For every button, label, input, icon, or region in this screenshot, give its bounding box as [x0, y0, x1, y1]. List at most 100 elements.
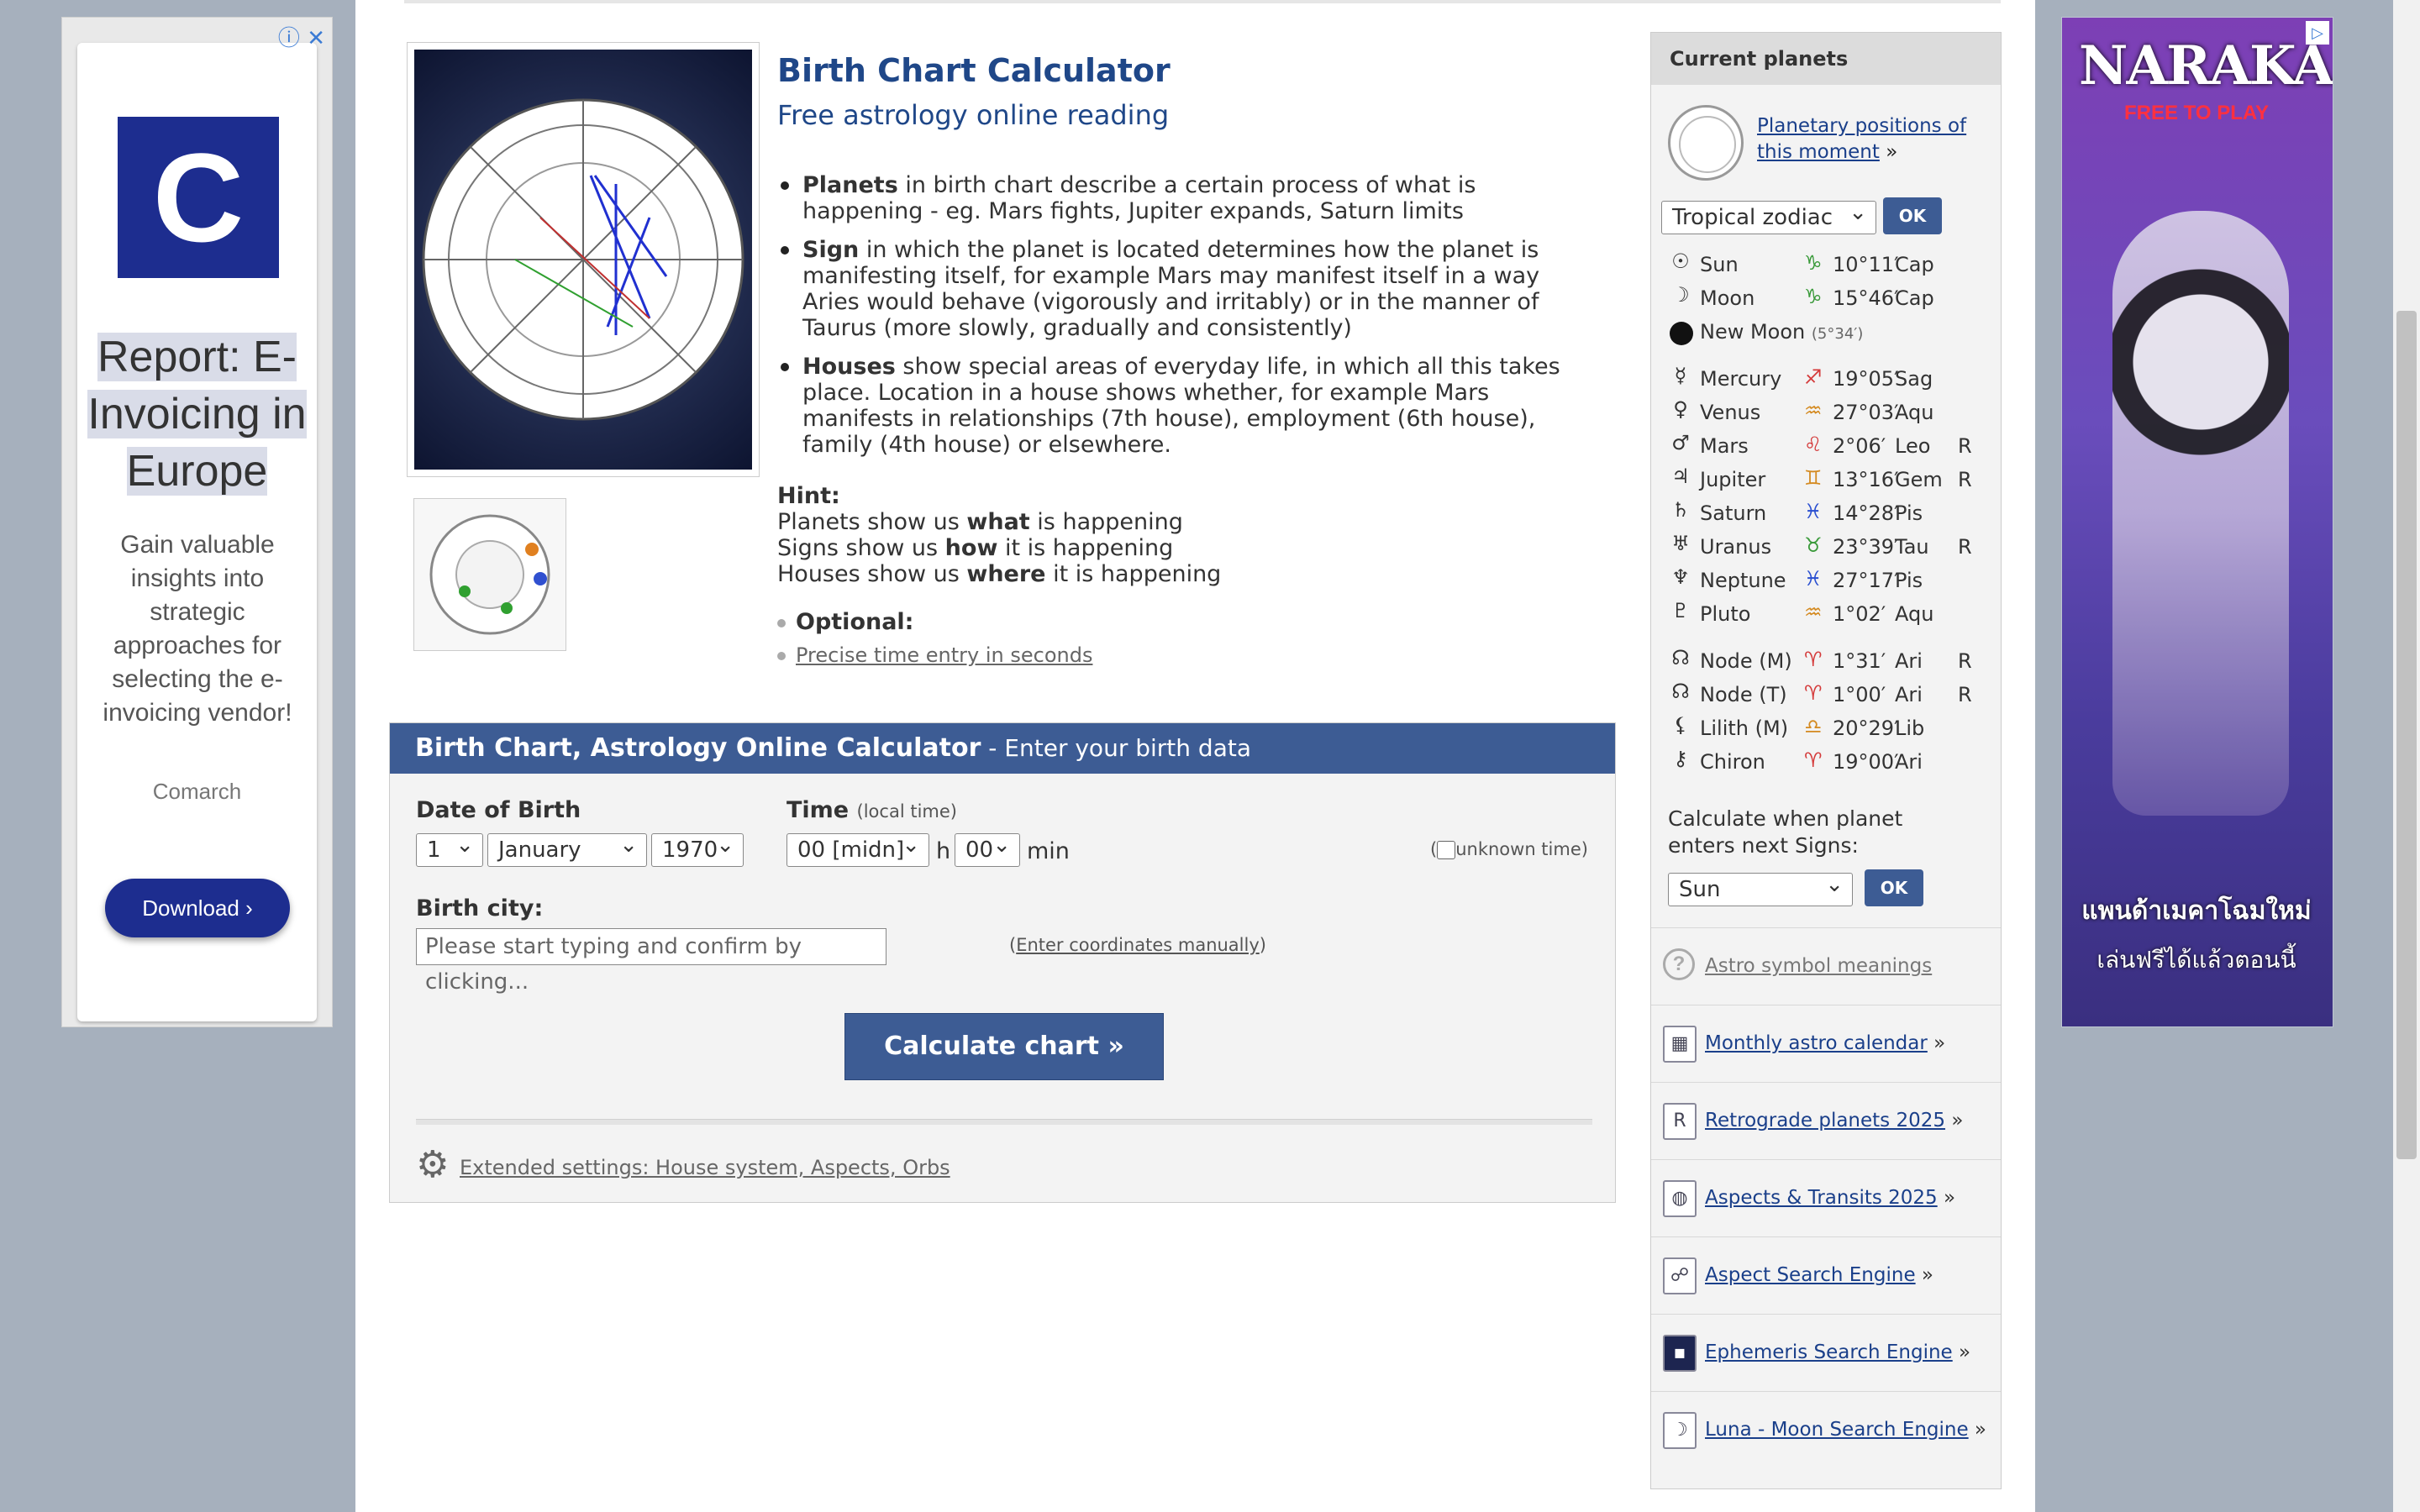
manual-coordinates: (Enter coordinates manually) — [1009, 935, 1266, 955]
next-sign-text: Calculate when planet enters next Signs: — [1668, 806, 1903, 858]
question-icon: ? — [1663, 948, 1695, 980]
sidebar-header: Current planets — [1651, 33, 2001, 85]
gear-icon: ⚙ — [416, 1143, 450, 1186]
minute-select[interactable]: 00 — [955, 833, 1020, 867]
planet-row: ♇ Pluto ♒ 1°02′ Aqu — [1668, 597, 1996, 631]
adchoices-icon[interactable]: ▷ — [2306, 21, 2329, 45]
saturn-icon: ♄ — [1671, 498, 1690, 522]
sidebar-link-aspects[interactable]: ◍ Aspects & Transits 2025 » — [1651, 1159, 2001, 1236]
capricorn-icon: ♑ — [1804, 251, 1823, 275]
jupiter-icon: ♃ — [1671, 465, 1690, 488]
planet-row: ⚸ Lilith (M) ♎ 20°29′ Lib — [1668, 711, 1996, 745]
form-header: Birth Chart, Astrology Online Calculator… — [390, 723, 1615, 774]
pisces-icon: ♓ — [1804, 500, 1823, 523]
planet-row: ☊ Node (T) ♈ 1°00′ Ari R — [1668, 678, 1996, 711]
chart-thumbnail[interactable] — [413, 498, 566, 651]
ad-headline: Report: E-Invoicing in Europe — [87, 333, 307, 496]
zodiac-select[interactable]: Tropical zodiac — [1661, 197, 1876, 234]
intro-list: Planets in birth chart describe a certai… — [777, 172, 1584, 470]
info-icon[interactable]: ⓘ — [278, 26, 300, 51]
sidebar-link-aspect-search[interactable]: ☍ Aspect Search Engine » — [1651, 1236, 2001, 1314]
day-select[interactable]: 1 — [416, 829, 483, 867]
hint-block: Hint: Planets show us what is happening … — [777, 483, 1222, 587]
chart-wheel-icon — [422, 98, 744, 421]
ad-download-button[interactable]: Download › — [105, 879, 290, 937]
new-moon-row: New Moon (5°34′) — [1668, 315, 1996, 349]
birth-data-form: Birth Chart, Astrology Online Calculator… — [389, 722, 1616, 1203]
birth-chart-image — [407, 42, 760, 477]
calendar-icon: ▦ — [1663, 1026, 1697, 1063]
page-subtitle: Free astrology online reading — [777, 99, 1170, 131]
planet-row: ☊ Node (M) ♈ 1°31′ Ari R — [1668, 644, 1996, 678]
aries-icon: ♈ — [1804, 648, 1823, 671]
planet-row: ♂ Mars ♌ 2°06′ Leo R — [1668, 429, 1996, 463]
sidebar-link-symbols[interactable]: ? Astro symbol meanings — [1651, 927, 2001, 1005]
hour-unit: h — [936, 838, 951, 864]
aspect-icon: ☍ — [1663, 1257, 1697, 1294]
form-divider — [416, 1119, 1592, 1125]
venus-icon: ♀ — [1673, 397, 1688, 421]
calculate-chart-button[interactable]: Calculate chart » — [844, 1013, 1164, 1080]
ad-game-title: NARAKA — [2079, 34, 2333, 97]
year-select[interactable]: 1970 — [651, 829, 744, 867]
page-title: Birth Chart Calculator — [777, 52, 1171, 89]
uranus-icon: ♅ — [1671, 532, 1690, 555]
sagittarius-icon: ♐ — [1804, 365, 1823, 389]
capricorn-icon: ♑ — [1804, 285, 1823, 308]
zodiac-ok-button[interactable]: OK — [1883, 197, 1942, 234]
planet-row: ☿ Mercury ♐ 19°05′ Sag — [1668, 362, 1996, 396]
left-advertisement[interactable]: C Report: E-Invoicing in Europe Gain val… — [61, 17, 333, 1027]
next-sign-ok-button[interactable]: OK — [1865, 869, 1923, 906]
moon-icon: ☽ — [1671, 283, 1690, 307]
planet-row: ♆ Neptune ♓ 27°17′ Pis — [1668, 564, 1996, 597]
ad-controls: ⓘ ✕ — [278, 21, 325, 52]
node-icon: ☊ — [1671, 646, 1690, 669]
planet-table: ☉ Sun ♑ 10°11′ Cap ☽ Moon ♑ 15°46′ Cap New Moon … — [1668, 248, 1996, 779]
extended-settings-link[interactable]: Extended settings: House system, Aspects… — [460, 1156, 950, 1179]
libra-icon: ♎ — [1804, 715, 1823, 738]
gemini-icon: ♊ — [1804, 466, 1823, 490]
ad-card[interactable]: C Report: E-Invoicing in Europe Gain val… — [77, 43, 317, 1021]
aquarius-icon: ♒ — [1804, 601, 1823, 624]
aquarius-icon: ♒ — [1804, 399, 1823, 423]
enter-coordinates-link[interactable]: Enter coordinates manually — [1016, 935, 1260, 955]
pisces-icon: ♓ — [1804, 567, 1823, 591]
close-icon[interactable]: ✕ — [307, 26, 325, 51]
sidebar-link-luna[interactable]: ☽ Luna - Moon Search Engine » — [1651, 1391, 2001, 1468]
minute-unit: min — [1027, 838, 1070, 864]
planetary-clock-icon[interactable] — [1668, 105, 1744, 181]
leo-icon: ♌ — [1804, 433, 1823, 456]
planet-row: ☉ Sun ♑ 10°11′ Cap — [1668, 248, 1996, 281]
ephemeris-icon: ▪ — [1663, 1335, 1697, 1372]
right-advertisement[interactable]: NARAKA FREE TO PLAY แพนด้าเมคาโฉมใหม่ เล… — [2061, 17, 2333, 1027]
planet-row: ☽ Moon ♑ 15°46′ Cap — [1668, 281, 1996, 315]
top-divider — [404, 0, 2001, 3]
planetary-positions-link[interactable]: Planetary positions of this moment — [1757, 115, 1966, 163]
list-item: Sign in which the planet is located dete… — [777, 237, 1584, 341]
extended-settings: Extended settings: House system, Aspects… — [460, 1156, 950, 1179]
optional-label: Optional: — [777, 609, 913, 635]
pluto-icon: ♇ — [1671, 599, 1690, 622]
next-sign-planet-select[interactable]: Sun — [1668, 869, 1853, 906]
list-item: Houses show special areas of everyday li… — [777, 354, 1584, 458]
page-scrollbar[interactable] — [2393, 0, 2420, 1512]
precise-time-link[interactable]: Precise time entry in seconds — [796, 643, 1092, 667]
planetary-positions: Planetary positions of this moment » — [1757, 115, 1967, 163]
lilith-icon: ⚸ — [1673, 713, 1688, 737]
sidebar-link-ephemeris[interactable]: ▪ Ephemeris Search Engine » — [1651, 1314, 2001, 1391]
mars-icon: ♂ — [1671, 431, 1690, 454]
chart-background — [414, 50, 752, 470]
sidebar-link-calendar[interactable]: ▦ Monthly astro calendar » — [1651, 1005, 2001, 1082]
month-select[interactable]: January — [487, 829, 647, 867]
hour-select[interactable]: 00 [midn] — [786, 829, 929, 867]
unknown-time-checkbox[interactable] — [1437, 841, 1456, 859]
planet-row: ⚷ Chiron ♈ 19°00′ Ari — [1668, 745, 1996, 779]
scrollbar-thumb[interactable] — [2396, 311, 2417, 1159]
retrograde-icon: R — [1663, 1103, 1697, 1140]
new-moon-icon — [1670, 322, 1693, 345]
birth-city-input[interactable]: Please start typing and confirm by click… — [416, 928, 886, 995]
unknown-time-option: (unknown time) — [1430, 839, 1588, 859]
sidebar-link-retrograde[interactable]: R Retrograde planets 2025 » — [1651, 1082, 2001, 1159]
chiron-icon: ⚷ — [1673, 747, 1688, 770]
taurus-icon: ♉ — [1804, 533, 1823, 557]
